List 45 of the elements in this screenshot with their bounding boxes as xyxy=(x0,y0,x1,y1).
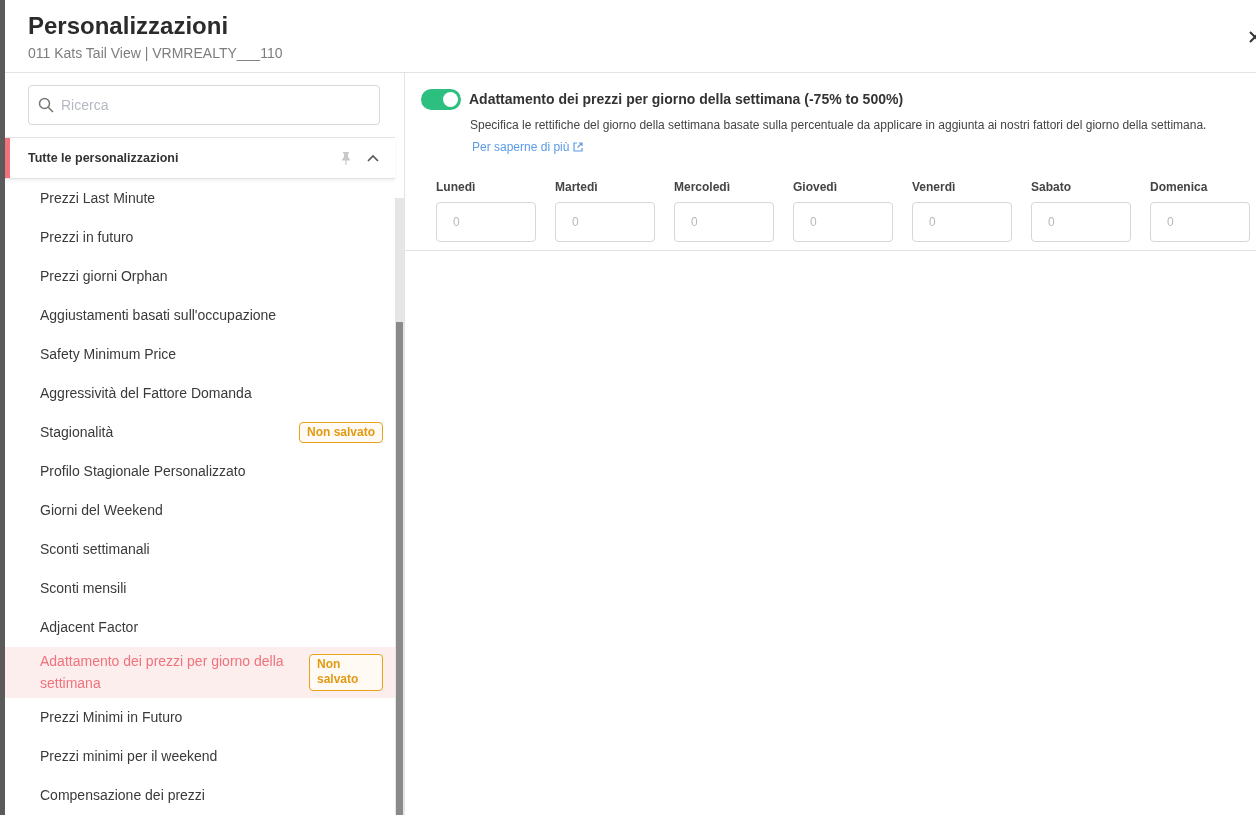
sidebar-item[interactable]: Aggressività del Fattore Domanda xyxy=(5,374,395,413)
pin-icon[interactable] xyxy=(341,151,351,165)
sidebar-item[interactable]: Aggiustamenti basati sull'occupazione xyxy=(5,296,395,335)
sidebar-item[interactable]: Prezzi giorni Orphan xyxy=(5,257,395,296)
day-input[interactable]: 0 xyxy=(436,202,536,242)
sidebar-item[interactable]: Stagionalità Non salvato xyxy=(5,413,395,452)
unsaved-badge: Non salvato xyxy=(309,653,383,691)
sidebar-item[interactable]: Adjacent Factor xyxy=(5,608,395,647)
day-input[interactable]: 0 xyxy=(793,202,893,242)
group-header[interactable]: Tutte le personalizzazioni xyxy=(5,137,395,179)
toggle-switch[interactable] xyxy=(421,89,461,110)
sidebar-item[interactable]: Giorni del Weekend xyxy=(5,491,395,530)
sidebar-item[interactable]: Profilo Stagionale Personalizzato xyxy=(5,452,395,491)
dialog-subtitle: 011 Kats Tail View | VRMREALTY___110 xyxy=(28,43,283,63)
sidebar-item[interactable]: Sconti mensili xyxy=(5,569,395,608)
sidebar-item[interactable]: Safety Minimum Price xyxy=(5,335,395,374)
scrollbar-thumb[interactable] xyxy=(396,322,403,815)
sidebar-item[interactable]: Compensazione dei prezzi xyxy=(5,775,395,815)
unsaved-badge: Non salvato xyxy=(299,421,383,444)
sidebar-item-label: Stagionalità xyxy=(40,423,115,443)
chevron-up-icon[interactable] xyxy=(367,154,379,162)
sidebar-item[interactable]: Sconti settimanali xyxy=(5,530,395,569)
sidebar-item[interactable]: Prezzi minimi per il weekend xyxy=(5,736,395,776)
sidebar-item[interactable]: Prezzi Minimi in Futuro xyxy=(5,697,395,737)
sidebar-item-label: Adattamento dei prezzi per giorno della settimana xyxy=(40,652,285,694)
day-label: Sabato xyxy=(1031,179,1072,196)
day-input[interactable]: 0 xyxy=(1150,202,1250,242)
day-label: Mercoledì xyxy=(674,179,731,196)
external-link-icon xyxy=(573,142,584,152)
day-label: Giovedì xyxy=(793,179,838,196)
day-input[interactable]: 0 xyxy=(674,202,774,242)
group-label: Tutte le personalizzazioni xyxy=(28,149,180,167)
sidebar-item[interactable]: Prezzi in futuro xyxy=(5,218,395,257)
sidebar-item[interactable]: Prezzi Last Minute xyxy=(5,179,395,218)
day-label: Lunedì xyxy=(436,179,477,196)
day-input[interactable]: 0 xyxy=(912,202,1012,242)
day-input[interactable]: 0 xyxy=(1031,202,1131,242)
dialog-title: Personalizzazioni xyxy=(28,12,230,41)
search-field[interactable]: Ricerca xyxy=(28,85,380,125)
day-input[interactable]: 0 xyxy=(555,202,655,242)
day-label: Venerdì xyxy=(912,179,957,196)
setting-description: Specifica le rettifiche del giorno della settimana basate sulla percentuale da applicare in aggiunta ai nostri fattori del giorno della settimana. xyxy=(470,117,1208,134)
day-label: Domenica xyxy=(1150,179,1209,196)
day-label: Martedì xyxy=(555,179,599,196)
setting-title: Adattamento dei prezzi per giorno della settimana (-75% to 500%) xyxy=(469,90,904,109)
